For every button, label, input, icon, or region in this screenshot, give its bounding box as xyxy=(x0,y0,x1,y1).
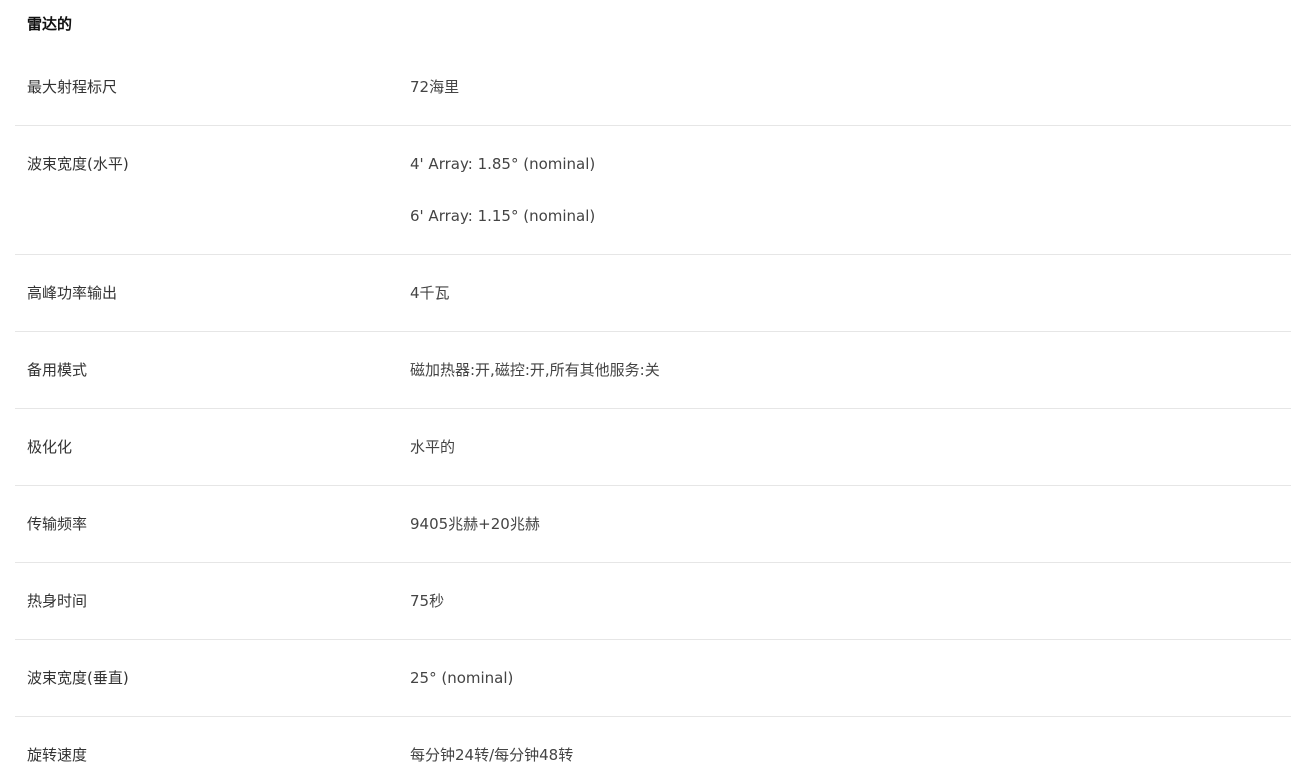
spec-value: 磁加热器:开,磁控:开,所有其他服务:关 xyxy=(410,361,660,379)
spec-value: 4千瓦 xyxy=(410,284,450,302)
spec-values: 每分钟24转/每分钟48转 xyxy=(410,745,1291,765)
spec-value: 25° (nominal) xyxy=(410,669,514,687)
spec-row-transmit-frequency: 传输频率 9405兆赫+20兆赫 xyxy=(15,486,1291,563)
spec-value: 6' Array: 1.15° (nominal) xyxy=(410,207,596,225)
spec-values: 9405兆赫+20兆赫 xyxy=(410,514,1291,534)
spec-label: 波束宽度(垂直) xyxy=(27,669,129,687)
spec-label: 最大射程标尺 xyxy=(27,78,118,96)
spec-label: 热身时间 xyxy=(27,592,88,610)
spec-row-rotation-speed: 旋转速度 每分钟24转/每分钟48转 xyxy=(15,717,1291,769)
spec-table: 最大射程标尺 72海里 波束宽度(水平) 4' Array: 1.85° (no… xyxy=(15,48,1291,769)
spec-values: 磁加热器:开,磁控:开,所有其他服务:关 xyxy=(410,360,1291,380)
spec-row-peak-power: 高峰功率输出 4千瓦 xyxy=(15,255,1291,332)
spec-values: 25° (nominal) xyxy=(410,668,1291,688)
spec-label: 传输频率 xyxy=(27,515,88,533)
spec-value: 72海里 xyxy=(410,78,460,96)
radar-spec-section: 雷达的 最大射程标尺 72海里 波束宽度(水平) 4' Array: 1.85°… xyxy=(15,0,1291,769)
spec-value: 水平的 xyxy=(410,438,456,456)
spec-value: 9405兆赫+20兆赫 xyxy=(410,515,540,533)
spec-row-beam-width-horizontal: 波束宽度(水平) 4' Array: 1.85° (nominal) 6' Ar… xyxy=(15,126,1291,255)
spec-value: 4' Array: 1.85° (nominal) xyxy=(410,155,596,173)
spec-label: 极化化 xyxy=(27,438,73,456)
section-title: 雷达的 xyxy=(27,15,73,33)
spec-value: 75秒 xyxy=(410,592,445,610)
spec-value: 每分钟24转/每分钟48转 xyxy=(410,746,574,764)
spec-row-max-range: 最大射程标尺 72海里 xyxy=(15,48,1291,126)
spec-label: 旋转速度 xyxy=(27,746,88,764)
spec-values: 75秒 xyxy=(410,591,1291,611)
spec-values: 72海里 xyxy=(410,77,1291,97)
spec-row-standby-mode: 备用模式 磁加热器:开,磁控:开,所有其他服务:关 xyxy=(15,332,1291,409)
spec-label: 波束宽度(水平) xyxy=(27,155,129,173)
spec-values: 4千瓦 xyxy=(410,283,1291,303)
spec-label: 高峰功率输出 xyxy=(27,284,118,302)
spec-label: 备用模式 xyxy=(27,361,88,379)
spec-row-warmup-time: 热身时间 75秒 xyxy=(15,563,1291,640)
spec-row-beam-width-vertical: 波束宽度(垂直) 25° (nominal) xyxy=(15,640,1291,717)
spec-values: 水平的 xyxy=(410,437,1291,457)
spec-row-polarization: 极化化 水平的 xyxy=(15,409,1291,486)
spec-values: 4' Array: 1.85° (nominal) 6' Array: 1.15… xyxy=(410,154,1291,226)
